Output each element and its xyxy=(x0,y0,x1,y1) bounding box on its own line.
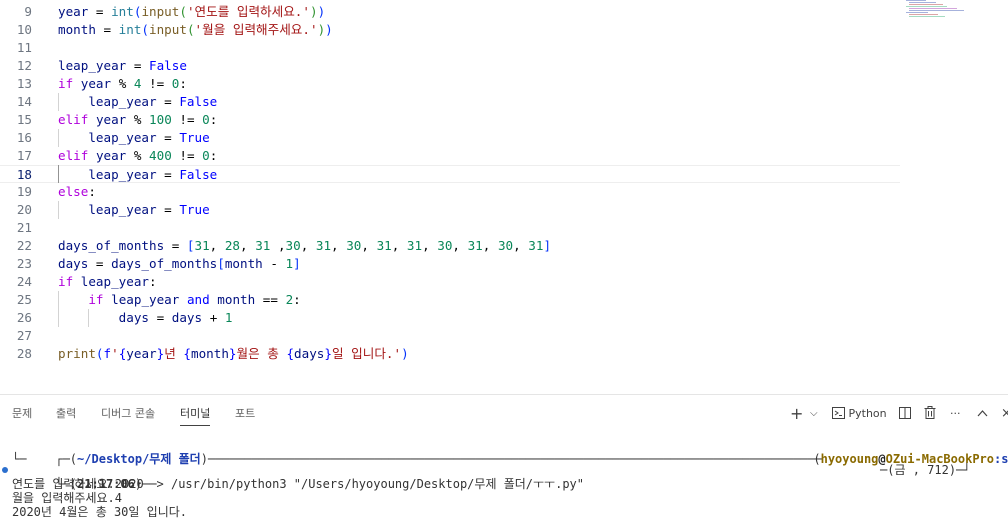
code-text: leap_year = False xyxy=(58,58,187,73)
terminal-prompt-host: (hyoyoung@OZui-MacBookPro:s007 xyxy=(770,438,1008,466)
terminal-prompt-line: ┌─(~/Desktop/무제 폴더)─────────────────────… xyxy=(55,452,823,466)
line-number: 27 xyxy=(16,328,32,343)
panel-tabs: 문제 출력 디버그 콘솔 터미널 포트 + ⌵ Python ··· × xyxy=(0,395,1008,433)
line-number: 18 xyxy=(16,167,32,182)
code-text: if leap_year: xyxy=(58,274,157,289)
code-text: print(f'{year}년 {month}월은 총 {days}일 입니다.… xyxy=(58,346,409,361)
terminal-output-line: 연도를 입력하세요.2020 xyxy=(12,477,144,491)
prompt-user: hyoyoung xyxy=(820,452,879,466)
line-number: 26 xyxy=(16,310,32,325)
prompt-tty: :s007 xyxy=(994,452,1008,466)
code-text: leap_year = True xyxy=(88,202,210,217)
line-number: 25 xyxy=(16,292,32,307)
split-terminal-icon[interactable] xyxy=(899,405,911,423)
tab-problems[interactable]: 문제 xyxy=(12,406,32,426)
code-text: else: xyxy=(58,184,96,199)
code-text: days_of_months = [31, 28, 31 ,30, 31, 30… xyxy=(58,238,552,253)
terminal-status-right: ─(금 , 712)─┘ xyxy=(880,463,971,477)
code-text: if year % 4 != 0: xyxy=(58,76,187,91)
code-line[interactable]: 20 leap_year = True xyxy=(0,201,900,219)
line-number: 15 xyxy=(16,112,32,127)
terminal-shell-selector[interactable]: Python xyxy=(832,405,887,423)
indent-guide xyxy=(58,291,59,327)
line-number: 11 xyxy=(16,40,32,55)
indent-guide xyxy=(58,165,59,183)
line-number: 19 xyxy=(16,184,32,199)
code-line[interactable]: 27 xyxy=(0,327,900,345)
line-number: 13 xyxy=(16,76,32,91)
code-line[interactable]: 26 days = days + 1 xyxy=(0,309,900,327)
terminal-command: /usr/bin/python3 "/Users/hyoyoung/Deskto… xyxy=(170,477,584,491)
code-text: days = days_of_months[month - 1] xyxy=(58,256,301,271)
line-number: 14 xyxy=(16,94,32,109)
code-text: leap_year = False xyxy=(88,167,218,182)
code-line[interactable]: 13 if year % 4 != 0: xyxy=(0,75,900,93)
line-number: 22 xyxy=(16,238,32,253)
add-terminal-button[interactable]: + xyxy=(790,405,803,423)
code-line[interactable]: 18 leap_year = False xyxy=(0,165,900,183)
terminal-output-line: 2020년 4월은 총 30일 입니다. xyxy=(12,505,188,519)
terminal-output-line: 월을 입력해주세요.4 xyxy=(12,491,122,505)
line-number: 9 xyxy=(24,4,32,19)
tab-output[interactable]: 출력 xyxy=(56,406,76,426)
minimap[interactable] xyxy=(906,0,976,20)
indent-guide xyxy=(58,129,59,147)
code-text: days = days + 1 xyxy=(118,310,233,325)
line-number: 21 xyxy=(16,220,32,235)
code-line[interactable]: 17 elif year % 400 != 0: xyxy=(0,147,900,165)
code-line[interactable]: 9 year = int(input('연도를 입력하세요.')) xyxy=(0,3,900,21)
code-line[interactable]: 22 days_of_months = [31, 28, 31 ,30, 31, … xyxy=(0,237,900,255)
tab-ports[interactable]: 포트 xyxy=(235,406,255,426)
tab-terminal[interactable]: 터미널 xyxy=(180,406,211,426)
line-number: 10 xyxy=(16,22,32,37)
terminal-icon xyxy=(832,407,845,419)
more-actions-icon[interactable]: ··· xyxy=(950,405,961,423)
indent-guide xyxy=(58,93,59,111)
line-number: 20 xyxy=(16,202,32,217)
indent-guide xyxy=(88,309,89,327)
code-text: leap_year = True xyxy=(88,130,210,145)
command-status-dot[interactable] xyxy=(2,467,8,473)
code-text: elif year % 400 != 0: xyxy=(58,148,218,163)
line-number: 17 xyxy=(16,148,32,163)
code-line[interactable]: 23 days = days_of_months[month - 1] xyxy=(0,255,900,273)
line-number: 24 xyxy=(16,274,32,289)
code-line[interactable]: 11 xyxy=(0,39,900,57)
code-line[interactable]: 16 leap_year = True xyxy=(0,129,900,147)
shell-label: Python xyxy=(848,407,887,420)
code-line[interactable]: 21 xyxy=(0,219,900,237)
close-panel-icon[interactable]: × xyxy=(1001,405,1008,423)
code-text: month = int(input('월을 입력해주세요.')) xyxy=(58,22,333,37)
line-number: 12 xyxy=(16,58,32,73)
code-line[interactable]: 24 if leap_year: xyxy=(0,273,900,291)
code-line[interactable]: 28 print(f'{year}년 {month}월은 총 {days}일 입니… xyxy=(0,345,900,363)
line-number: 28 xyxy=(16,346,32,361)
terminal-dropdown-icon[interactable]: ⌵ xyxy=(810,405,818,423)
code-text: leap_year = False xyxy=(88,94,218,109)
code-line[interactable]: 25 if leap_year and month == 2: xyxy=(0,291,900,309)
maximize-panel-icon[interactable] xyxy=(977,405,988,423)
code-text: if leap_year and month == 2: xyxy=(88,292,301,307)
code-line[interactable]: 10 month = int(input('월을 입력해주세요.')) xyxy=(0,21,900,39)
code-editor[interactable]: 9 year = int(input('연도를 입력하세요.')) 10 month … xyxy=(0,0,1008,394)
line-number: 16 xyxy=(16,130,32,145)
code-line[interactable]: 12 leap_year = False xyxy=(0,57,900,75)
indent-guide xyxy=(58,201,59,219)
line-number: 23 xyxy=(16,256,32,271)
code-text: year = int(input('연도를 입력하세요.')) xyxy=(58,4,326,19)
terminal-command-line: └─(21:17:06)──> /usr/bin/python3 "/Users… xyxy=(55,477,584,491)
bottom-panel: 문제 출력 디버그 콘솔 터미널 포트 + ⌵ Python ··· × ┌─(… xyxy=(0,394,1008,522)
code-text: elif year % 100 != 0: xyxy=(58,112,218,127)
tab-debug-console[interactable]: 디버그 콘솔 xyxy=(101,406,155,426)
code-line[interactable]: 19 else: xyxy=(0,183,900,201)
code-line[interactable]: 14 leap_year = False xyxy=(0,93,900,111)
code-line[interactable]: 15 elif year % 100 != 0: xyxy=(0,111,900,129)
terminal-view[interactable]: ┌─(~/Desktop/무제 폴더)─────────────────────… xyxy=(0,433,1008,522)
trash-icon[interactable] xyxy=(924,405,936,423)
